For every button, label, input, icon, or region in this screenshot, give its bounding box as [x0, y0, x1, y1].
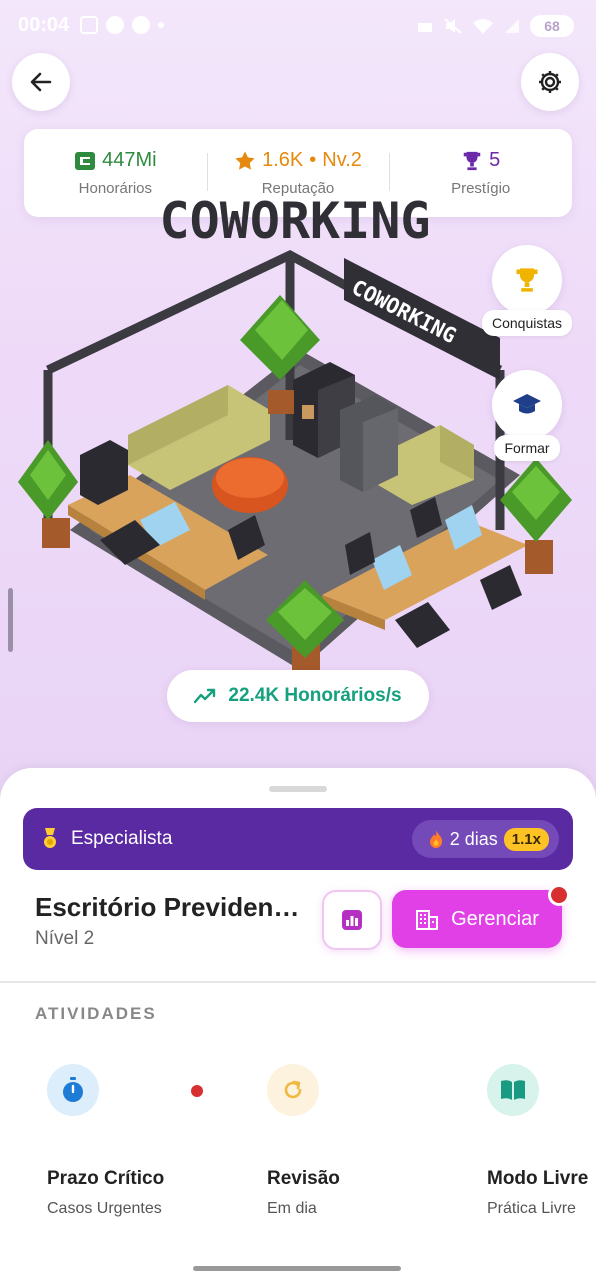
- reputation-stat: 1.6K • Nv.2 Reputação: [206, 149, 390, 197]
- money-icon: [75, 151, 96, 170]
- bottom-sheet: Especialista 2 dias 1.1x Escritório Prev…: [0, 768, 596, 1280]
- manage-button[interactable]: Gerenciar: [392, 890, 562, 948]
- messenger-icon: [132, 16, 150, 34]
- income-rate-text: 22.4K Honorários/s: [228, 685, 402, 706]
- bar-chart-icon: [342, 910, 362, 930]
- gear-icon: [539, 71, 561, 93]
- income-rate-pill: 22.4K Honorários/s: [167, 670, 429, 722]
- trending-up-icon: [194, 688, 216, 704]
- building-icon: [416, 910, 439, 930]
- reputation-level: Nv.2: [322, 149, 362, 171]
- coworking-room-sign: COWORKING: [344, 258, 500, 380]
- signal-icon: [505, 19, 519, 33]
- streak-days: 2 dias: [449, 828, 498, 849]
- prestige-label: Prestígio: [451, 180, 511, 197]
- scroll-edge-indicator: [8, 588, 13, 652]
- plant-left: [18, 440, 78, 548]
- fees-label: Honorários: [78, 180, 153, 197]
- arrow-left-icon: [30, 72, 52, 92]
- reputation-separator: •: [309, 149, 317, 171]
- activity-title: Prazo Crítico: [47, 1168, 165, 1189]
- reputation-label: Reputação: [261, 180, 335, 197]
- mute-icon: [444, 18, 462, 34]
- settings-button[interactable]: [521, 53, 579, 111]
- activity-subtitle: Prática Livre: [487, 1200, 576, 1217]
- prestige-value: 5: [489, 149, 501, 171]
- more-notifications-icon: [158, 22, 164, 28]
- activity-subtitle: Em dia: [267, 1200, 317, 1217]
- refresh-icon: [284, 1080, 302, 1099]
- activities-section-title: ATIVIDADES: [35, 1004, 157, 1023]
- office-name: Escritório Previdenci...: [35, 892, 310, 922]
- graduation-cap-icon: [513, 394, 541, 414]
- star-icon: [235, 150, 255, 170]
- activity-review[interactable]: Revisão Em dia: [267, 1064, 417, 1218]
- sheet-handle[interactable]: [269, 786, 327, 792]
- status-bar: 00:04 68: [0, 0, 596, 52]
- facebook-icon: [106, 16, 124, 34]
- home-indicator[interactable]: [193, 1266, 401, 1271]
- notification-dot: [548, 884, 570, 906]
- activity-critical-deadline[interactable]: Prazo Crítico Casos Urgentes: [47, 1064, 197, 1218]
- multiplier-badge: 1.1x: [503, 827, 549, 851]
- train-button[interactable]: Formar: [488, 370, 566, 461]
- fire-icon: [429, 830, 442, 848]
- achievements-button[interactable]: Conquistas: [480, 245, 574, 336]
- office-level: Nível 2: [35, 928, 95, 949]
- wifi-icon: [473, 19, 493, 34]
- back-button[interactable]: [12, 53, 70, 111]
- section-divider: [0, 981, 596, 983]
- activity-title: Modo Livre: [487, 1168, 589, 1189]
- fees-value: 447Mi: [102, 149, 157, 171]
- rank-bar[interactable]: Especialista 2 dias 1.1x: [23, 808, 573, 870]
- alarm-icon: [418, 23, 432, 32]
- activity-subtitle: Casos Urgentes: [47, 1200, 162, 1217]
- reputation-value: 1.6K: [262, 149, 304, 171]
- screenshot-icon: [80, 16, 98, 34]
- stats-chart-button[interactable]: [322, 890, 382, 950]
- manage-label: Gerenciar: [451, 907, 539, 930]
- trophy-icon: [516, 268, 538, 292]
- battery-indicator: 68: [530, 15, 574, 37]
- medal-icon: [44, 828, 56, 848]
- trophy-icon: [463, 151, 481, 170]
- fees-stat: 447Mi Honorários: [24, 149, 207, 197]
- prestige-stat: 5 Prestígio: [389, 149, 572, 197]
- activity-alert-dot: [191, 1085, 203, 1097]
- stopwatch-icon: [63, 1077, 83, 1102]
- streak-badge: 2 dias 1.1x: [411, 820, 559, 858]
- book-icon: [501, 1080, 525, 1100]
- train-label: Formar: [494, 435, 560, 461]
- activity-free-mode[interactable]: Modo Livre Prática Livre: [487, 1064, 596, 1218]
- coworking-title-sign: COWORKING: [160, 200, 431, 250]
- activity-title: Revisão: [267, 1168, 340, 1189]
- rank-title: Especialista: [71, 828, 173, 849]
- status-time: 00:04: [18, 14, 70, 36]
- filing-cabinet: [340, 395, 398, 492]
- achievements-label: Conquistas: [481, 310, 573, 336]
